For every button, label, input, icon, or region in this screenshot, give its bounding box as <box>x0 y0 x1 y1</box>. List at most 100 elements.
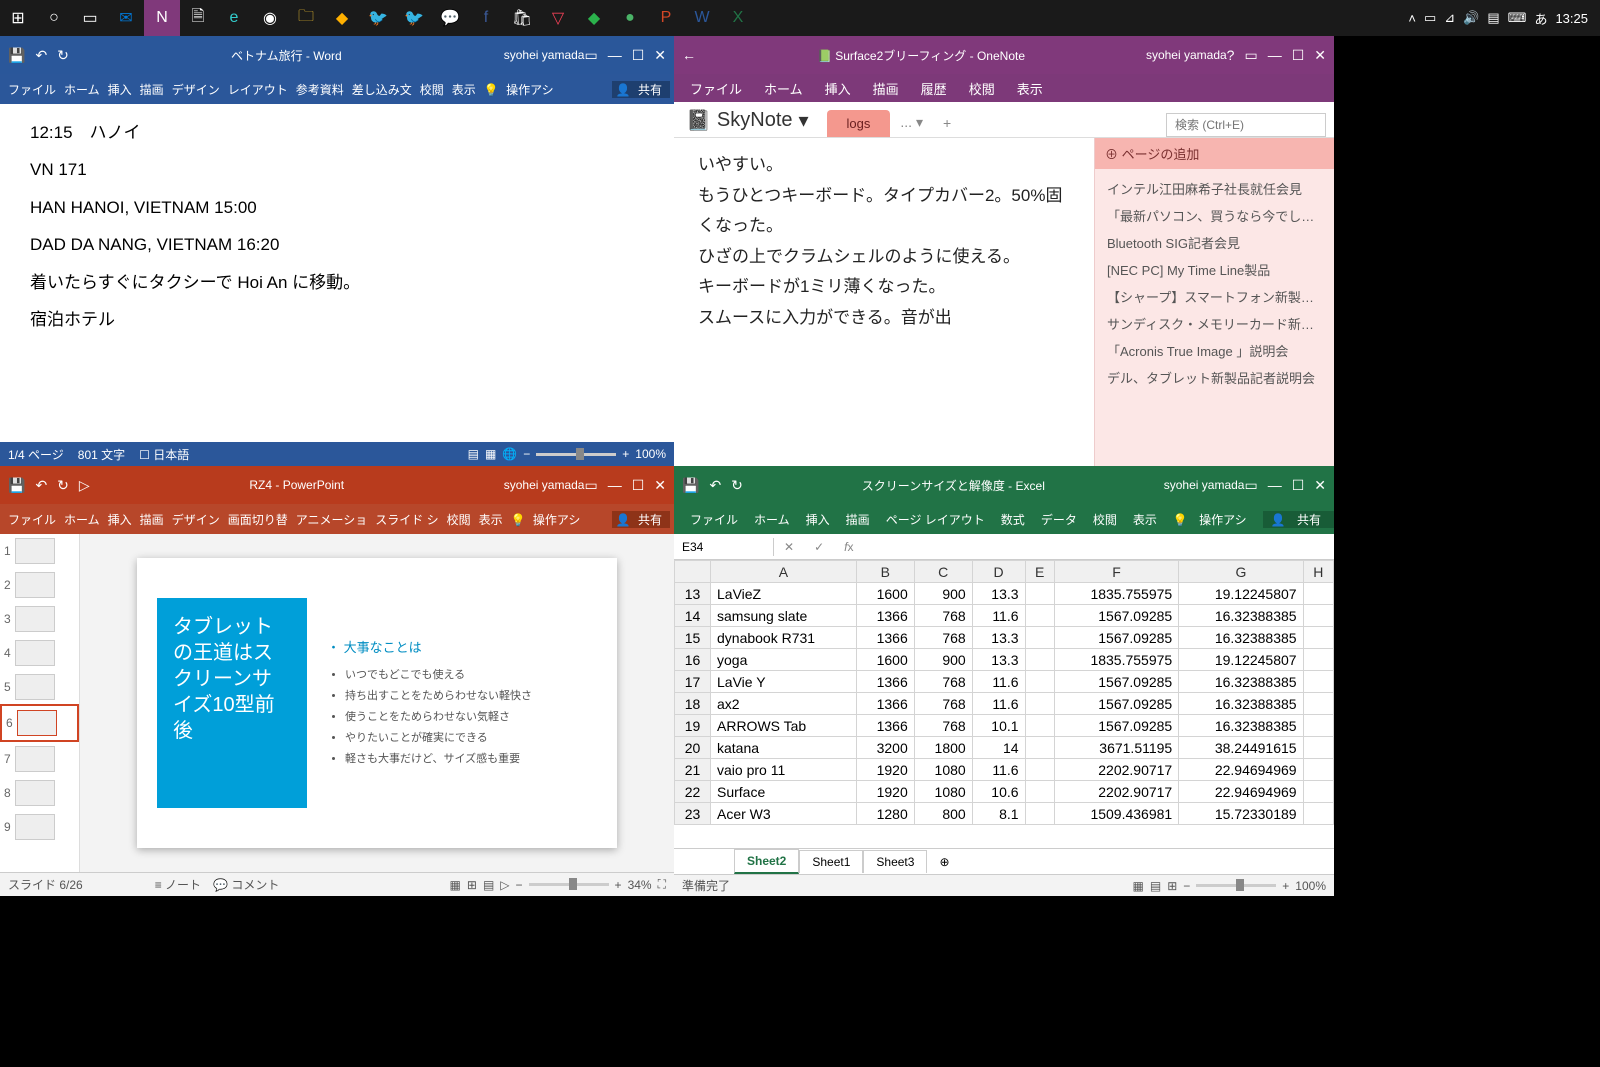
cell[interactable]: 1509.436981 <box>1054 803 1178 825</box>
tab-slideshow[interactable]: スライド シ <box>371 511 442 528</box>
onenote-icon[interactable]: N <box>144 0 180 36</box>
enter-icon[interactable]: ✓ <box>804 538 834 556</box>
cell[interactable]: 16.32388385 <box>1179 693 1303 715</box>
zoom-slider[interactable] <box>536 453 616 456</box>
slide-indicator[interactable]: スライド 6/26 <box>8 876 83 893</box>
slideshow-icon[interactable]: ▷ <box>79 477 90 494</box>
share-button[interactable]: 👤 共有 <box>612 81 670 98</box>
view-pagelayout-icon[interactable]: ▤ <box>1150 879 1161 893</box>
pushbullet-icon[interactable]: ● <box>612 0 648 36</box>
redo-icon[interactable]: ↻ <box>731 477 743 494</box>
zoom-out-icon[interactable]: − <box>523 447 530 461</box>
row-header[interactable]: 16 <box>675 649 711 671</box>
tab-draw[interactable]: 描画 <box>136 511 168 528</box>
cell[interactable]: 11.6 <box>972 605 1025 627</box>
cell[interactable]: 768 <box>914 693 972 715</box>
cell[interactable]: 1600 <box>856 583 914 605</box>
view-pagebreak-icon[interactable]: ⊞ <box>1167 879 1177 893</box>
tab-layout[interactable]: レイアウト <box>224 81 292 98</box>
row-header[interactable]: 14 <box>675 605 711 627</box>
word-document[interactable]: 12:15 ハノイ VN 171 HAN HANOI, VIETNAM 15:0… <box>0 104 674 442</box>
search-input[interactable] <box>1166 113 1326 137</box>
zoom-in-icon[interactable]: + <box>1282 879 1289 893</box>
cell[interactable]: 22.94694969 <box>1179 781 1303 803</box>
sheet-tab[interactable]: Sheet1 <box>799 850 863 873</box>
close-icon[interactable]: ✕ <box>1314 47 1326 64</box>
cell[interactable] <box>1025 715 1054 737</box>
tell-me[interactable]: 💡 操作アシ <box>480 81 562 98</box>
tab-file[interactable]: ファイル <box>4 81 60 98</box>
save-icon[interactable]: 💾 <box>8 477 25 494</box>
explorer-icon[interactable]: 🗀 <box>288 0 324 36</box>
page-item[interactable]: [NEC PC] My Time Line製品 <box>1101 256 1328 283</box>
tell-me[interactable]: 💡 操作アシ <box>1165 511 1263 528</box>
cell[interactable] <box>1025 583 1054 605</box>
notes-button[interactable]: ≡ ノート <box>155 876 201 893</box>
tab-review[interactable]: 校閲 <box>969 79 995 98</box>
cell[interactable] <box>1303 737 1333 759</box>
cell[interactable]: 900 <box>914 583 972 605</box>
tab-draw[interactable]: 描画 <box>873 79 899 98</box>
undo-icon[interactable]: ↶ <box>35 477 47 494</box>
tab-home[interactable]: ホーム <box>60 511 104 528</box>
tab-formulas[interactable]: 数式 <box>993 511 1033 528</box>
cell[interactable]: 1600 <box>856 649 914 671</box>
cell[interactable]: 2202.90717 <box>1054 781 1178 803</box>
cell[interactable]: 1366 <box>856 671 914 693</box>
back-icon[interactable]: ← <box>682 47 696 63</box>
tab-file[interactable]: ファイル <box>682 511 746 528</box>
pocket-icon[interactable]: ▽ <box>540 0 576 36</box>
minimize-icon[interactable]: — <box>608 477 622 494</box>
add-page-button[interactable]: ⊕ ページの追加 <box>1095 138 1334 169</box>
row-header[interactable]: 17 <box>675 671 711 693</box>
close-icon[interactable]: ✕ <box>1314 477 1326 494</box>
zoom-in-icon[interactable]: + <box>615 878 622 892</box>
tab-review[interactable]: 校閲 <box>1085 511 1125 528</box>
slide-thumb[interactable]: 2 <box>0 568 79 602</box>
cell[interactable] <box>1025 759 1054 781</box>
cell[interactable]: 1567.09285 <box>1054 693 1178 715</box>
redo-icon[interactable]: ↻ <box>57 477 69 494</box>
outlook-icon[interactable]: ✉ <box>108 0 144 36</box>
cell[interactable] <box>1303 715 1333 737</box>
tab-insert[interactable]: 挿入 <box>825 79 851 98</box>
view-normal-icon[interactable]: ▦ <box>450 878 461 892</box>
cell[interactable]: 800 <box>914 803 972 825</box>
minimize-icon[interactable]: — <box>608 47 622 64</box>
cell[interactable]: yoga <box>711 649 857 671</box>
tab-references[interactable]: 参考資料 <box>292 81 348 98</box>
cell[interactable] <box>1303 583 1333 605</box>
page-item[interactable]: 「最新パソコン、買うなら今でしょ！」 <box>1101 202 1328 229</box>
col-header[interactable]: C <box>914 561 972 583</box>
cell[interactable]: 3200 <box>856 737 914 759</box>
store-icon[interactable]: 🛍 <box>504 0 540 36</box>
tab-view[interactable]: 表示 <box>1017 79 1043 98</box>
cell[interactable]: 16.32388385 <box>1179 671 1303 693</box>
tab-home[interactable]: ホーム <box>764 79 803 98</box>
row-header[interactable]: 23 <box>675 803 711 825</box>
view-slideshow-icon[interactable]: ▷ <box>500 878 509 892</box>
tab-file[interactable]: ファイル <box>4 511 60 528</box>
cell[interactable]: 1920 <box>856 781 914 803</box>
cell[interactable]: 1366 <box>856 627 914 649</box>
tab-mailings[interactable]: 差し込み文 <box>348 81 416 98</box>
cell[interactable]: 1080 <box>914 781 972 803</box>
cell[interactable]: 1567.09285 <box>1054 605 1178 627</box>
zoom-slider[interactable] <box>1196 884 1276 887</box>
cell[interactable]: 1280 <box>856 803 914 825</box>
cell[interactable]: 10.1 <box>972 715 1025 737</box>
cell[interactable]: 1080 <box>914 759 972 781</box>
cortana-icon[interactable]: ○ <box>36 0 72 36</box>
cell[interactable]: 19.12245807 <box>1179 649 1303 671</box>
row-header[interactable]: 15 <box>675 627 711 649</box>
tab-design[interactable]: デザイン <box>168 511 224 528</box>
zoom-level[interactable]: 100% <box>635 447 666 461</box>
add-sheet-icon[interactable]: ⊕ <box>927 851 961 873</box>
col-header[interactable]: F <box>1054 561 1178 583</box>
tab-draw[interactable]: 描画 <box>838 511 878 528</box>
ribbon-options-icon[interactable]: ▭ <box>584 477 597 494</box>
chrome-icon[interactable]: ◉ <box>252 0 288 36</box>
cell[interactable] <box>1303 803 1333 825</box>
cell[interactable]: 768 <box>914 605 972 627</box>
fit-icon[interactable]: ⛶ <box>658 877 666 892</box>
